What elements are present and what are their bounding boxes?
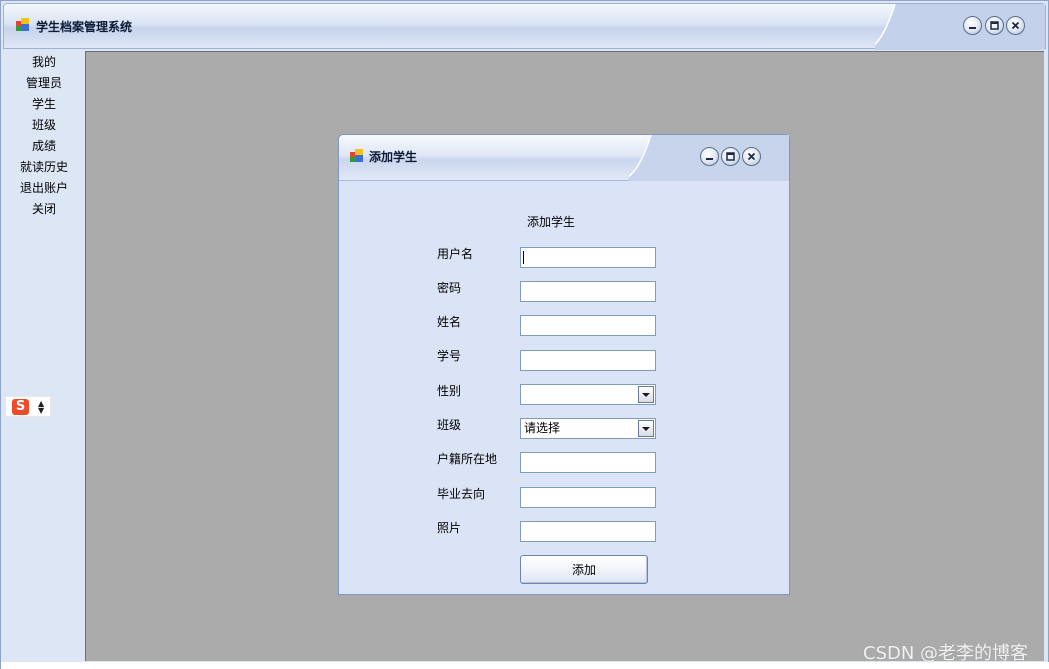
child-window-title: 添加学生 — [369, 150, 418, 164]
minimize-icon — [969, 27, 976, 29]
ime-toolbar[interactable]: S ▲ ▼ — [5, 396, 51, 417]
sidebar-item-students[interactable]: 学生 — [3, 94, 85, 115]
sidebar-item-grades[interactable]: 成绩 — [3, 136, 85, 157]
main-window: 学生档案管理系统 我的 管理员 学生 班级 成绩 就读历史 退出账户 关闭 S … — [0, 0, 1049, 669]
password-input[interactable] — [520, 281, 656, 302]
class-selected-value: 请选择 — [524, 421, 561, 435]
child-titlebar[interactable]: 添加学生 — [339, 135, 789, 181]
child-maximize-button[interactable] — [721, 147, 740, 166]
sidebar-item-admin[interactable]: 管理员 — [3, 73, 85, 94]
sidebar-item-logout[interactable]: 退出账户 — [3, 178, 85, 199]
photo-input[interactable] — [520, 521, 656, 542]
text-caret — [523, 251, 524, 264]
graduation-input[interactable] — [520, 487, 656, 508]
name-label: 姓名 — [437, 315, 462, 329]
main-titlebar[interactable]: 学生档案管理系统 — [3, 3, 1046, 50]
hometown-input[interactable] — [520, 452, 656, 473]
close-icon — [1011, 21, 1020, 30]
class-dropdown-button[interactable] — [638, 420, 654, 437]
app-window-icon — [16, 18, 29, 31]
ime-menu-arrow-icon[interactable]: ▲ ▼ — [38, 400, 44, 415]
minimize-button[interactable] — [963, 16, 982, 35]
hometown-label: 户籍所在地 — [437, 452, 498, 466]
close-icon — [747, 152, 756, 161]
chevron-down-icon — [642, 393, 650, 397]
gender-select[interactable] — [520, 384, 656, 405]
form-heading: 添加学生 — [527, 215, 576, 229]
gender-dropdown-button[interactable] — [638, 386, 654, 403]
child-minimize-button[interactable] — [700, 147, 719, 166]
maximize-button[interactable] — [985, 16, 1004, 35]
add-student-window: 添加学生 添加学生 用户名 密码 姓名 学号 性别 班级 请选择 户籍所在地 毕… — [338, 134, 790, 595]
child-close-button[interactable] — [742, 147, 761, 166]
maximize-icon — [726, 152, 735, 161]
maximize-icon — [990, 21, 999, 30]
child-window-icon — [350, 149, 363, 162]
close-button[interactable] — [1006, 16, 1025, 35]
name-input[interactable] — [520, 315, 656, 336]
username-input[interactable] — [520, 247, 656, 268]
graduation-label: 毕业去向 — [437, 487, 486, 501]
class-select[interactable]: 请选择 — [520, 418, 656, 439]
sidebar-item-mine[interactable]: 我的 — [3, 52, 85, 73]
password-label: 密码 — [437, 281, 462, 295]
add-button[interactable]: 添加 — [520, 555, 648, 584]
gender-label: 性别 — [437, 384, 462, 398]
student-id-input[interactable] — [520, 350, 656, 371]
watermark: CSDN @老李的博客 — [863, 643, 1029, 664]
class-label: 班级 — [437, 418, 462, 432]
sidebar-item-close[interactable]: 关闭 — [3, 199, 85, 220]
sogou-ime-icon: S — [12, 399, 29, 415]
sidebar-menu: 我的 管理员 学生 班级 成绩 就读历史 退出账户 关闭 S ▲ ▼ — [3, 51, 85, 663]
chevron-down-icon — [642, 427, 650, 431]
sidebar-item-classes[interactable]: 班级 — [3, 115, 85, 136]
minimize-icon — [706, 158, 713, 160]
student-id-label: 学号 — [437, 349, 462, 363]
window-title: 学生档案管理系统 — [36, 20, 133, 34]
username-label: 用户名 — [437, 247, 474, 261]
photo-label: 照片 — [437, 521, 462, 535]
sidebar-item-history[interactable]: 就读历史 — [3, 157, 85, 178]
